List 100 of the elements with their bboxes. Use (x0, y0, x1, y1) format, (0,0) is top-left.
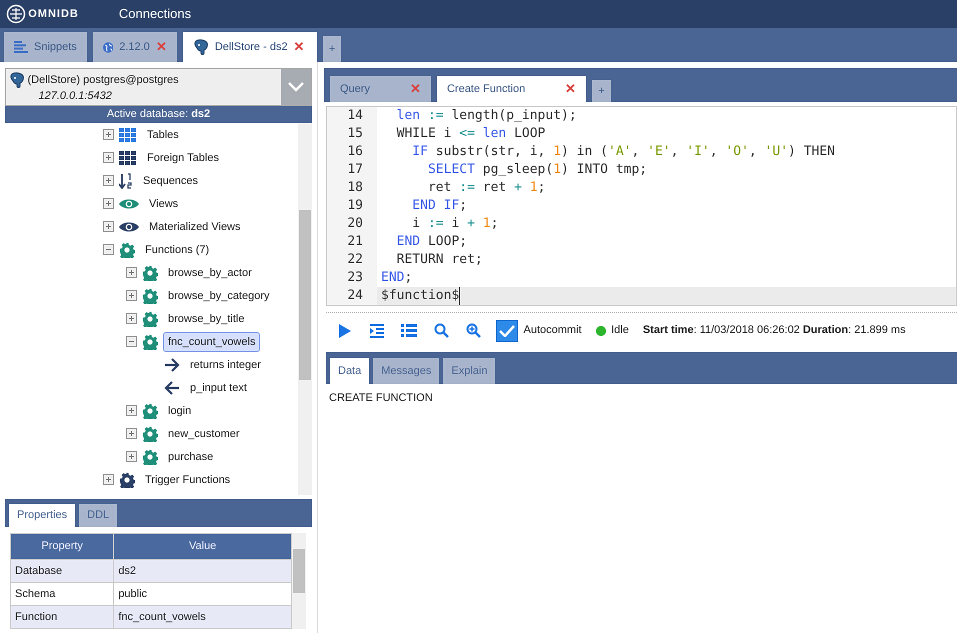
gear-icon (142, 402, 158, 418)
arrow-right-icon (164, 358, 180, 372)
autocommit-label: Autocommit (524, 323, 582, 338)
tree-item[interactable]: returns integer (185, 354, 266, 374)
tree-item[interactable]: browse_by_category (163, 286, 275, 306)
eye-icon (119, 198, 139, 210)
line-number: 21 (327, 233, 377, 251)
line-number: 23 (327, 269, 377, 287)
code-line: ret := ret + 1; (426, 179, 546, 197)
status-label: Idle (611, 323, 629, 338)
elephant-icon (8, 72, 25, 88)
gear-icon (119, 472, 135, 488)
connection-name: (DellStore) postgres@postgres (28, 72, 179, 88)
expand-icon[interactable] (126, 451, 137, 462)
tree-item[interactable]: p_input text (185, 378, 252, 398)
expand-icon[interactable] (103, 474, 114, 485)
line-number: 17 (327, 161, 377, 179)
eye-icon (119, 220, 139, 232)
code-line: END; (380, 269, 412, 287)
code-editor[interactable] (326, 106, 957, 306)
tree-item[interactable]: Trigger Functions (140, 470, 236, 490)
list-icon (14, 41, 28, 53)
line-number: 15 (327, 125, 377, 143)
code-line: i := i + 1; (411, 215, 498, 233)
connection-address: 127.0.0.1:5432 (38, 89, 113, 104)
tree-item[interactable]: browse_by_actor (163, 262, 257, 282)
tree-item[interactable]: browse_by_title (163, 308, 250, 328)
tree-item[interactable]: purchase (163, 446, 218, 466)
expand-icon[interactable] (103, 152, 114, 163)
table-cell: Function (10, 606, 114, 628)
expand-icon[interactable] (126, 405, 137, 416)
tree-item[interactable]: Tables (142, 124, 184, 144)
gear-icon (142, 334, 158, 350)
indent-button[interactable] (368, 322, 386, 340)
table-cell: fnc_count_vowels (114, 606, 292, 628)
chevron-down-icon[interactable] (288, 82, 304, 92)
tree-item[interactable]: fnc_count_vowels (163, 332, 260, 352)
close-icon[interactable]: ✕ (294, 37, 305, 57)
grid-icon (119, 128, 137, 142)
gear-icon (142, 426, 158, 442)
list-button[interactable] (400, 322, 418, 340)
line-number: 16 (327, 143, 377, 161)
table-cell: ds2 (114, 560, 292, 582)
autocommit-checkbox[interactable] (496, 320, 518, 342)
line-number: 14 (327, 107, 377, 125)
tree-item[interactable]: Foreign Tables (142, 148, 224, 168)
gear-icon (142, 310, 158, 326)
sort-arrow-icon (119, 172, 133, 188)
expand-icon[interactable] (126, 313, 137, 324)
logo-icon (6, 4, 26, 24)
tree-item[interactable]: login (163, 400, 196, 420)
gear-icon (142, 264, 158, 280)
gear-icon (142, 288, 158, 304)
line-number: 20 (327, 215, 377, 233)
table-cell: Database (10, 560, 114, 582)
tab[interactable]: Properties (9, 504, 76, 527)
code-line: RETURN ret; (396, 251, 483, 269)
scrollbar[interactable] (292, 533, 306, 629)
expand-icon[interactable] (103, 198, 114, 209)
tree-item[interactable]: Materialized Views (144, 216, 246, 236)
line-number: 22 (327, 251, 377, 269)
arrow-left-icon (164, 380, 180, 394)
timing-info: Start time: 11/03/2018 06:26:02 Duration: 21.899 ms (642, 323, 906, 338)
code-line: END LOOP; (396, 233, 468, 251)
zoom-in-button[interactable] (464, 322, 482, 340)
gear-icon (119, 242, 135, 258)
column-header[interactable]: Value (114, 534, 292, 560)
result-text: CREATE FUNCTION (329, 392, 433, 404)
code-line: len := length(p_input); (396, 107, 577, 125)
connection-selector[interactable]: (DellStore) postgres@postgres 127.0.0.1:5432 (5, 68, 312, 106)
code-line: $function$ (377, 287, 460, 305)
tab[interactable]: DellStore - ds2 ✕ (182, 32, 317, 62)
tree-item[interactable]: Views (144, 194, 184, 214)
line-number: 18 (327, 179, 377, 197)
gear-icon (142, 448, 158, 464)
line-number: 24 (327, 287, 377, 305)
search-button[interactable] (432, 322, 450, 340)
collapse-icon[interactable] (103, 244, 114, 255)
expand-icon[interactable] (126, 428, 137, 439)
expand-icon[interactable] (126, 290, 137, 301)
grid-icon (119, 150, 137, 164)
code-line: END IF; (411, 197, 468, 215)
expand-icon[interactable] (103, 129, 114, 140)
tree-item[interactable]: Sequences (138, 170, 204, 190)
active-database-label: Active database: ds2 (5, 106, 312, 123)
expand-icon[interactable] (103, 221, 114, 232)
line-number: 19 (327, 197, 377, 215)
expand-icon[interactable] (126, 267, 137, 278)
menu-item[interactable]: Connections (118, 4, 192, 24)
tab[interactable]: Data (330, 358, 370, 384)
tab[interactable]: Create Function ✕ (436, 76, 586, 102)
tree-item[interactable]: new_customer (163, 424, 245, 444)
collapse-icon[interactable] (126, 336, 137, 347)
code-line: WHILE i <= len LOOP (396, 125, 546, 143)
tree-item[interactable]: Functions (7) (140, 240, 214, 260)
column-header[interactable]: Property (10, 534, 114, 560)
close-icon[interactable]: ✕ (565, 79, 576, 99)
expand-icon[interactable] (103, 175, 114, 186)
scrollbar[interactable] (298, 123, 312, 495)
elephant-icon (192, 39, 209, 55)
